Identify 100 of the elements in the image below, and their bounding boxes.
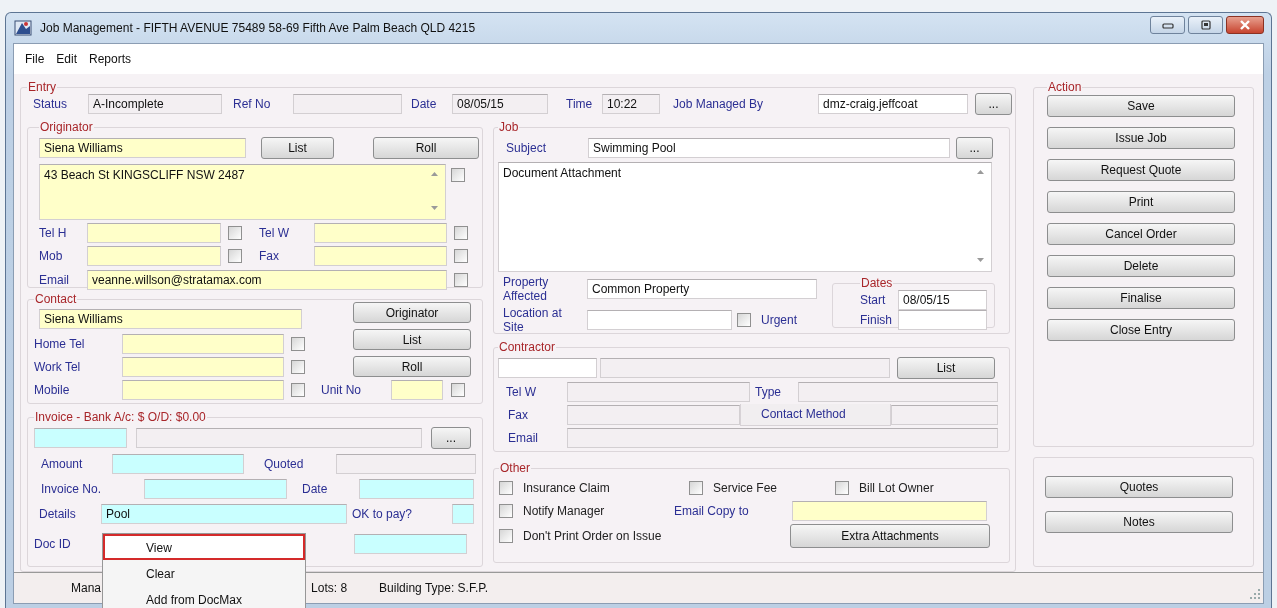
text-field[interactable] [314,246,447,266]
checkbox[interactable] [499,481,513,495]
checkbox-label[interactable]: Bill Lot Owner [859,481,934,495]
text-field[interactable] [336,454,476,474]
button[interactable]: List [261,137,334,159]
maximize-button[interactable] [1188,16,1223,34]
text-field[interactable] [354,534,467,554]
text-field[interactable] [391,380,443,400]
close-button[interactable] [1226,16,1264,34]
button[interactable]: List [353,329,471,350]
button[interactable]: Extra Attachments [790,524,990,548]
checkbox-label[interactable]: Notify Manager [523,504,605,518]
button[interactable]: List [897,357,995,379]
action-button[interactable]: Issue Job [1047,127,1235,149]
action-button[interactable]: Cancel Order [1047,223,1235,245]
action-button[interactable]: Request Quote [1047,159,1235,181]
text-field[interactable] [87,246,221,266]
text-area[interactable]: 43 Beach St KINGSCLIFF NSW 2487 [39,164,446,220]
menu-item[interactable]: Reports [83,50,138,68]
field-label: Tel W [259,226,290,240]
field-label: Home Tel [34,337,86,351]
text-field[interactable] [34,428,127,448]
field-label: Email [508,431,539,445]
checkbox[interactable] [499,504,513,518]
text-field[interactable] [498,358,597,378]
text-field[interactable] [891,405,998,425]
menu-item[interactable]: View [103,534,305,560]
text-field[interactable] [898,310,987,330]
checkbox[interactable] [291,360,305,374]
text-area[interactable]: Document Attachment [498,162,992,272]
field-label: Doc ID [34,537,72,551]
text-field[interactable] [112,454,244,474]
text-field[interactable] [136,428,422,448]
text-field[interactable]: Swimming Pool [588,138,950,158]
text-field[interactable] [600,358,890,378]
checkbox[interactable] [454,273,468,287]
checkbox[interactable] [451,168,465,182]
text-field[interactable]: A-Incomplete [88,94,222,114]
checkbox[interactable] [454,226,468,240]
text-field[interactable] [122,380,284,400]
checkbox-label[interactable]: Service Fee [713,481,778,495]
menu-item[interactable]: Edit [50,50,84,68]
action-button[interactable]: Delete [1047,255,1235,277]
checkbox-label: Urgent [761,313,798,327]
button[interactable]: Roll [353,356,471,377]
button[interactable]: Notes [1045,511,1233,533]
checkbox[interactable] [291,383,305,397]
action-button[interactable]: Save [1047,95,1235,117]
field-label: Amount [41,457,84,471]
menu-item[interactable]: File [19,50,51,68]
text-field[interactable] [359,479,474,499]
text-field[interactable]: dmz-craig.jeffcoat [818,94,968,114]
menu-item[interactable]: Add from DocMax [103,586,305,608]
text-field[interactable]: veanne.willson@stratamax.com [87,270,447,290]
text-field[interactable] [122,357,284,377]
text-field[interactable]: Siena Williams [39,138,246,158]
text-field[interactable] [792,501,987,521]
checkbox[interactable] [228,226,242,240]
text-field[interactable] [567,428,998,448]
group-label: Other [499,461,531,475]
text-field[interactable]: 10:22 [602,94,660,114]
field-label: Ref No [233,97,272,111]
button[interactable]: Quotes [1045,476,1233,498]
action-button[interactable]: Print [1047,191,1235,213]
browse-button[interactable]: ... [975,93,1012,115]
text-field[interactable]: Pool [101,504,347,524]
button[interactable]: Originator [353,302,471,323]
text-field[interactable] [587,310,732,330]
action-button[interactable]: Finalise [1047,287,1235,309]
checkbox-label[interactable]: Insurance Claim [523,481,610,495]
text-field[interactable] [293,94,402,114]
text-field[interactable]: Siena Williams [39,309,302,329]
checkbox[interactable] [835,481,849,495]
status-text: Lots: 8 [311,581,348,595]
checkbox-label[interactable]: Don't Print Order on Issue [523,529,662,543]
checkbox[interactable] [737,313,751,327]
text-field[interactable]: 08/05/15 [898,290,987,310]
text-field[interactable] [122,334,284,354]
text-field[interactable] [87,223,221,243]
text-field[interactable] [452,504,474,524]
action-button[interactable]: Close Entry [1047,319,1235,341]
checkbox[interactable] [454,249,468,263]
browse-button[interactable]: ... [431,427,471,449]
browse-button[interactable]: ... [956,137,993,159]
text-field[interactable] [567,382,750,402]
checkbox[interactable] [291,337,305,351]
checkbox[interactable] [499,529,513,543]
scroll-down-arrow-icon [430,206,438,210]
text-field[interactable] [314,223,447,243]
text-field[interactable] [567,405,740,425]
text-field[interactable] [798,382,998,402]
text-field[interactable] [144,479,287,499]
checkbox[interactable] [451,383,465,397]
checkbox[interactable] [228,249,242,263]
field-label: Time [566,97,594,111]
checkbox[interactable] [689,481,703,495]
text-field[interactable]: 08/05/15 [452,94,548,114]
button[interactable]: Roll [373,137,479,159]
menu-item[interactable]: Clear [103,560,305,586]
text-field[interactable]: Common Property [587,279,817,299]
